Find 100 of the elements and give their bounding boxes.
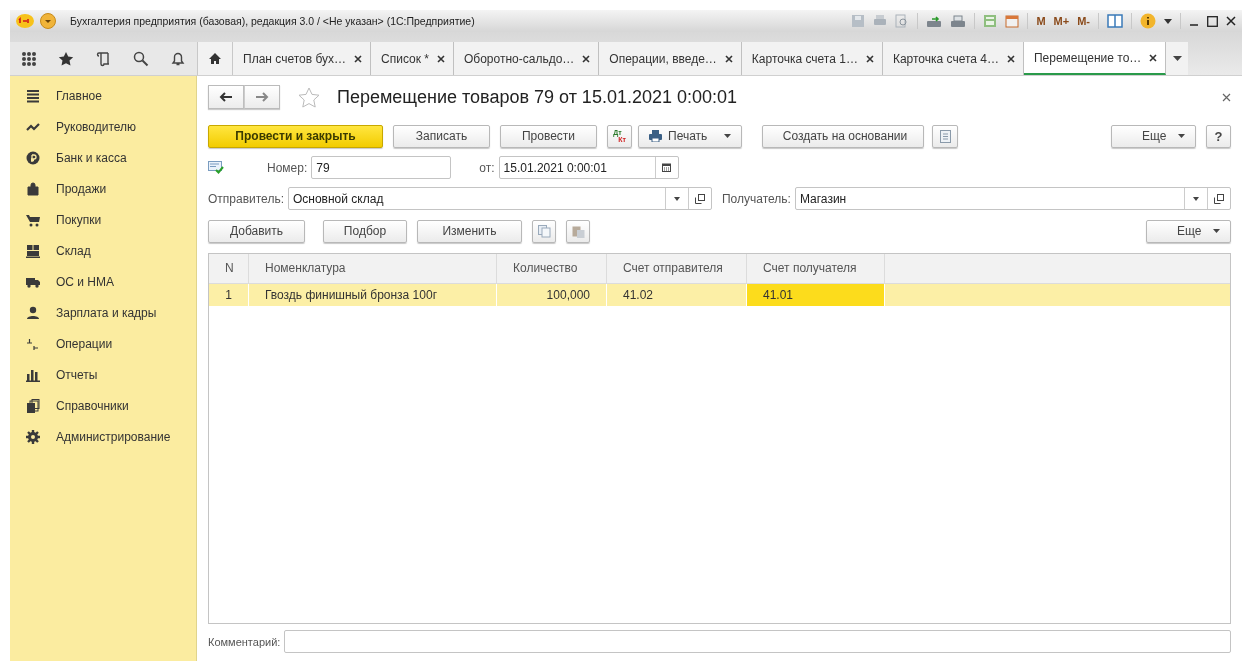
table-cell: Гвоздь финишный бронза 100г — [249, 284, 497, 306]
sidebar-item[interactable]: Операции — [10, 328, 196, 359]
dropdown-icon[interactable] — [1193, 196, 1199, 201]
column-header[interactable]: Номенклатура — [249, 254, 497, 283]
caret-icon — [1178, 134, 1185, 138]
tab[interactable]: Карточка счета 1… — [741, 42, 883, 75]
number-field[interactable]: 79 — [311, 156, 452, 179]
tab[interactable]: Карточка счета 4… — [882, 42, 1024, 75]
search-icon[interactable] — [132, 50, 149, 67]
section-icon — [26, 367, 40, 382]
caret-icon — [1172, 56, 1182, 61]
close-icon[interactable] — [582, 54, 591, 63]
open-icon[interactable] — [1214, 193, 1224, 204]
sidebar-item[interactable]: Отчеты — [10, 359, 196, 390]
sidebar-item[interactable]: Администрирование — [10, 421, 196, 452]
memory-button[interactable]: M+ — [1053, 15, 1070, 27]
caret-icon[interactable] — [1164, 18, 1172, 24]
home-icon — [208, 52, 222, 65]
report-button[interactable] — [932, 124, 958, 148]
sidebar-item[interactable]: Продажи — [10, 173, 196, 204]
scanner-icon[interactable] — [950, 14, 967, 28]
upload-icon[interactable] — [926, 14, 943, 28]
sidebar-item[interactable]: Покупки — [10, 204, 196, 235]
table-row[interactable]: 1 Гвоздь финишный бронза 100г 100,000 41.02 41.01 — [209, 284, 1230, 306]
info-icon[interactable] — [1140, 13, 1156, 29]
window-title: Бухгалтерия предприятия (базовая), редакция 3.0 / <Не указан> (1С:Предприятие) — [70, 15, 475, 27]
maximize-icon[interactable] — [1207, 15, 1218, 27]
paste-icon — [571, 224, 585, 238]
posted-document-icon — [208, 161, 224, 174]
column-header[interactable]: Счет получателя — [747, 254, 885, 283]
tab[interactable]: Список * — [371, 42, 454, 75]
dropdown-icon[interactable] — [674, 196, 680, 201]
tabs-dropdown[interactable] — [1166, 42, 1189, 75]
caret-icon — [724, 134, 731, 138]
sidebar-item[interactable]: Банк и касса — [10, 142, 196, 173]
column-header[interactable]: N — [209, 254, 249, 283]
table-cell: 1 — [209, 284, 249, 306]
star-icon[interactable] — [58, 50, 75, 67]
date-field[interactable]: 15.01.2021 0:00:01 — [498, 156, 679, 179]
preview-icon[interactable] — [895, 14, 910, 28]
number-label: Номер: — [267, 160, 308, 175]
close-icon[interactable] — [436, 54, 445, 63]
add-button[interactable]: Добавить — [208, 219, 305, 243]
section-icon — [26, 429, 40, 444]
bell-icon[interactable] — [170, 50, 187, 67]
tab[interactable]: Операции, введе… — [599, 42, 742, 75]
apps-grid-icon[interactable] — [20, 50, 37, 67]
edit-button[interactable]: Изменить — [417, 219, 522, 243]
close-icon[interactable] — [1006, 54, 1015, 63]
memory-button[interactable]: M- — [1077, 15, 1090, 27]
close-icon[interactable] — [1222, 92, 1231, 102]
receiver-field[interactable]: Магазин — [794, 187, 1231, 210]
sidebar-item[interactable]: ОС и НМА — [10, 266, 196, 297]
more-button[interactable]: Еще — [1146, 219, 1231, 243]
star-icon[interactable] — [298, 86, 320, 108]
sidebar-item[interactable]: Справочники — [10, 390, 196, 421]
post-button[interactable]: Провести — [500, 124, 597, 148]
close-icon[interactable] — [1226, 16, 1236, 26]
post-and-close-button[interactable]: Провести и закрыть — [208, 124, 383, 148]
tab[interactable]: Перемещение то… — [1023, 42, 1167, 75]
table-cell: 100,000 — [497, 284, 607, 306]
sender-label: Отправитель: — [208, 191, 284, 206]
save-button[interactable]: Записать — [393, 124, 490, 148]
close-icon[interactable] — [1149, 53, 1158, 62]
memory-button[interactable]: M — [1036, 15, 1046, 27]
column-header[interactable]: Счет отправителя — [607, 254, 747, 283]
tab[interactable]: План счетов бух… — [233, 42, 371, 75]
print-icon — [649, 130, 662, 142]
tab[interactable]: Оборотно-сальдо… — [453, 42, 600, 75]
receiver-label: Получатель: — [722, 191, 791, 206]
print-button[interactable]: Печать — [638, 124, 742, 148]
table-cell: 41.01 — [747, 284, 885, 306]
open-icon[interactable] — [695, 193, 705, 204]
section-icon — [26, 181, 40, 196]
comment-field[interactable] — [284, 630, 1231, 653]
help-button[interactable]: ? — [1206, 124, 1231, 148]
pick-button[interactable]: Подбор — [323, 219, 407, 243]
menu-dropdown-icon[interactable] — [40, 13, 56, 29]
calendar-icon[interactable] — [662, 163, 672, 172]
home-tab[interactable] — [198, 42, 233, 75]
document-title: Перемещение товаров 79 от 15.01.2021 0:00:01 — [337, 86, 738, 108]
close-icon[interactable] — [865, 54, 874, 63]
sidebar-item[interactable]: Главное — [10, 80, 196, 111]
close-icon[interactable] — [354, 54, 362, 63]
column-header[interactable]: Количество — [497, 254, 607, 283]
panels-icon[interactable] — [1107, 14, 1123, 28]
section-icon — [26, 398, 40, 413]
sidebar-item[interactable]: Руководителю — [10, 111, 196, 142]
back-button[interactable] — [208, 85, 244, 109]
history-icon[interactable] — [95, 50, 112, 67]
section-icon — [26, 150, 40, 165]
section-icon — [26, 243, 40, 258]
more-button[interactable]: Еще — [1111, 124, 1196, 148]
sidebar-item[interactable]: Склад — [10, 235, 196, 266]
section-icon — [26, 212, 40, 227]
close-icon[interactable] — [724, 54, 733, 63]
create-based-on-button[interactable]: Создать на основании — [762, 124, 924, 148]
sidebar-item[interactable]: Зарплата и кадры — [10, 297, 196, 328]
section-icon — [26, 305, 40, 320]
sender-field[interactable]: Основной склад — [288, 187, 712, 210]
